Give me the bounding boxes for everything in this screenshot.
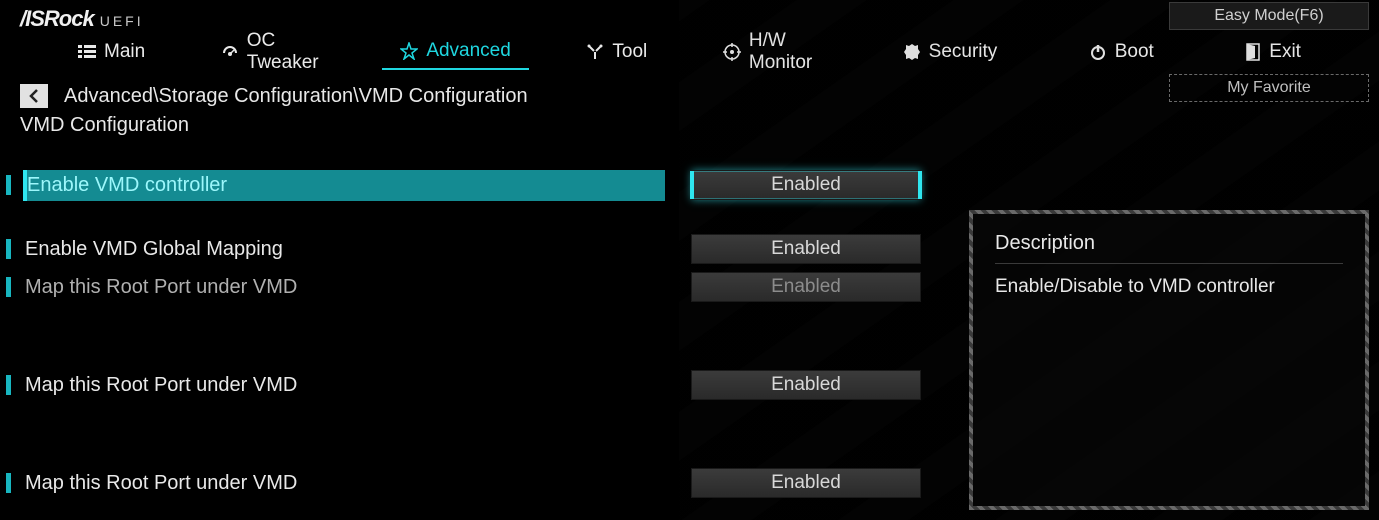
setting-value[interactable]: Enabled [691,370,921,400]
nav-main[interactable]: Main [60,35,163,69]
my-favorite-button[interactable]: My Favorite [1169,74,1369,102]
description-body: Enable/Disable to VMD controller [995,276,1343,298]
breadcrumb: Advanced\Storage Configuration\VMD Confi… [64,85,528,108]
nav-main-label: Main [104,41,145,63]
setting-value[interactable]: Enabled [691,170,921,200]
nav-hw-monitor[interactable]: H/W Monitor [705,24,845,80]
row-marker-icon [6,277,11,297]
setting-label: Map this Root Port under VMD [25,276,665,299]
nav-tool[interactable]: Tool [568,35,665,69]
power-icon [1089,43,1107,61]
row-marker-icon [6,175,11,195]
nav-tool-label: Tool [612,41,647,63]
easy-mode-button[interactable]: Easy Mode(F6) [1169,2,1369,30]
my-favorite-label: My Favorite [1227,79,1311,97]
gauge-icon [221,44,239,60]
setting-label: Enable VMD controller [25,170,665,201]
value-text: Enabled [771,238,841,260]
brand-text: /ISRock [20,6,94,32]
value-text: Enabled [771,174,841,196]
nav-security-label: Security [929,41,998,63]
value-text: Enabled [771,472,841,494]
top-nav: Main OC Tweaker Advanced Tool H/W Monito… [0,30,1379,78]
row-marker-icon [6,239,11,259]
setting-label: Map this Root Port under VMD [25,374,665,397]
badge-icon [903,43,921,61]
target-icon [723,43,741,61]
setting-value[interactable]: Enabled [691,234,921,264]
chevron-left-icon [29,89,39,103]
nav-exit-label: Exit [1269,41,1301,63]
description-panel: Description Enable/Disable to VMD contro… [969,210,1369,510]
nav-security[interactable]: Security [885,35,1016,69]
back-button[interactable] [20,84,48,108]
setting-value[interactable]: Enabled [691,272,921,302]
setting-row[interactable]: Enable VMD controller Enabled [0,167,1359,203]
value-text: Enabled [771,374,841,396]
wrench-icon [586,43,604,61]
section-title: VMD Configuration [0,108,1379,147]
row-marker-icon [6,375,11,395]
brand-sub-text: UEFI [100,13,144,29]
star-icon [400,42,418,60]
nav-boot-label: Boot [1115,41,1154,63]
setting-label: Enable VMD Global Mapping [25,238,665,261]
brand-logo: /ISRock UEFI [20,6,144,32]
easy-mode-label: Easy Mode(F6) [1214,7,1323,25]
nav-oc-tweaker[interactable]: OC Tweaker [203,24,343,80]
value-text: Enabled [771,276,841,298]
door-icon [1245,43,1261,61]
nav-boot[interactable]: Boot [1071,35,1172,69]
setting-value[interactable]: Enabled [691,468,921,498]
nav-exit[interactable]: Exit [1227,35,1319,69]
setting-label: Map this Root Port under VMD [25,472,665,495]
description-title: Description [995,232,1343,264]
row-marker-icon [6,473,11,493]
header-bar: /ISRock UEFI Easy Mode(F6) [0,0,1379,30]
nav-advanced[interactable]: Advanced [382,34,529,70]
nav-advanced-label: Advanced [426,40,511,62]
nav-hw-label: H/W Monitor [749,30,827,74]
nav-oc-label: OC Tweaker [247,30,325,74]
list-icon [78,44,96,60]
